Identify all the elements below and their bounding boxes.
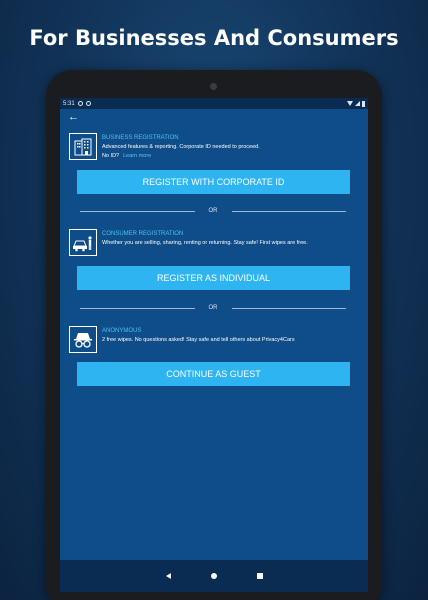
nav-home-icon[interactable] [210,573,217,579]
no-id-text: No ID? [102,153,120,159]
tablet-frame: 5:31 ← BUSINESS REGISTRATION Advanced fe… [46,70,382,600]
signal-icon [355,101,360,106]
wifi-icon [347,101,353,106]
nav-recent-apps-icon[interactable] [256,573,263,579]
business-title: BUSINESS REGISTRATION [102,135,179,141]
system-nav-bar [60,560,368,592]
notification-icon [77,101,83,106]
status-time: 5:31 [63,100,75,107]
sync-icon [85,101,91,106]
divider-line [80,210,195,212]
promo-heading: For Businesses And Consumers [29,26,399,50]
tablet-screen: 5:31 ← BUSINESS REGISTRATION Advanced fe… [60,98,368,592]
divider-line [80,307,195,309]
learn-more-link[interactable]: Learn more [123,153,151,159]
or-label: OR [208,305,218,311]
anonymous-description: 2 free wipes. No questions asked! Stay s… [102,337,295,343]
register-corporate-button[interactable]: REGISTER WITH CORPORATE ID [77,170,350,194]
business-description: Advanced features & reporting. Corporate… [102,144,260,150]
incognito-icon [69,326,97,353]
or-divider-1: OR [80,206,346,216]
building-icon [69,133,97,160]
consumer-title: CONSUMER REGISTRATION [102,231,184,237]
back-arrow-icon[interactable]: ← [68,111,79,123]
battery-icon [362,100,365,107]
car-person-icon [69,229,97,256]
continue-guest-button[interactable]: CONTINUE AS GUEST [77,362,350,386]
app-content: ← BUSINESS REGISTRATION Advanced feature… [60,109,368,560]
divider-line [231,307,346,309]
or-label: OR [208,208,218,214]
status-bar: 5:31 [60,98,368,109]
register-individual-button[interactable]: REGISTER AS INDIVIDUAL [77,266,350,290]
consumer-description: Whether you are selling, sharing, rentin… [102,240,308,246]
divider-line [231,210,346,212]
camera-dot [210,83,217,90]
nav-back-icon[interactable] [165,573,171,579]
anonymous-title: ANONYMOUS [102,328,142,334]
or-divider-2: OR [80,303,346,313]
